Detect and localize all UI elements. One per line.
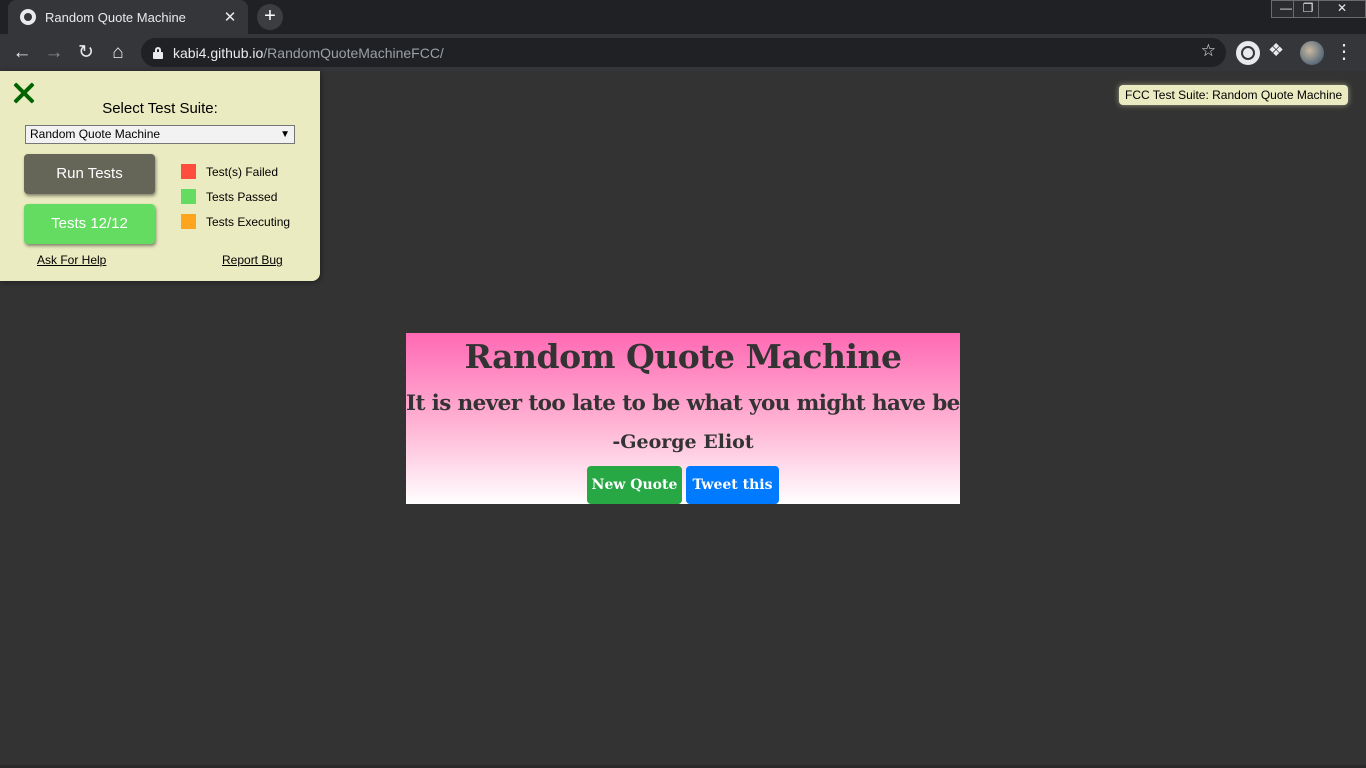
legend-passed-label: Tests Passed [206,189,278,204]
globe-icon [20,9,36,25]
fcc-suite-tooltip: FCC Test Suite: Random Quote Machine [1119,85,1349,105]
tests-count-button[interactable]: Tests 12/12 [24,204,155,244]
browser-tab-bar: Random Quote Machine ✕ + — ❐ ✕ [0,0,1366,34]
run-tests-button[interactable]: Run Tests [24,154,155,194]
tab-title: Random Quote Machine [45,9,186,25]
forward-arrow-icon[interactable]: → [40,39,68,67]
address-bar[interactable]: kabi4.github.io/RandomQuoteMachineFCC/ ☆ [141,38,1226,67]
url-path: /RandomQuoteMachineFCC/ [263,44,444,61]
legend-failed: Test(s) Failed [181,164,278,179]
select-suite-label: Select Test Suite: [102,100,218,117]
chevron-down-icon: ▼ [280,129,290,140]
window-close-button[interactable]: ✕ [1318,0,1366,18]
page-title: Random Quote Machine [464,337,902,376]
lock-icon[interactable] [153,46,163,59]
legend-executing-label: Tests Executing [206,214,291,229]
back-arrow-icon[interactable]: ← [8,39,36,67]
tweet-quote-button[interactable]: Tweet this [686,466,779,504]
executing-swatch [181,214,196,229]
extension-icon[interactable] [1236,41,1260,65]
quote-text: It is never too late to be what you migh… [406,391,995,416]
quote-box: Random Quote Machine It is never too lat… [406,333,995,504]
reload-icon[interactable]: ↻ [72,39,100,67]
ask-for-help-link[interactable]: Ask For Help [37,253,106,267]
browser-toolbar: ← → ↻ ⌂ kabi4.github.io/RandomQuoteMachi… [0,34,1366,71]
profile-avatar[interactable] [1300,41,1324,65]
bookmark-star-icon[interactable]: ☆ [1201,41,1216,61]
tab-close-icon[interactable]: ✕ [222,8,238,26]
browser-menu-icon[interactable]: ⋮ [1334,39,1354,64]
legend-failed-label: Test(s) Failed [206,164,279,179]
extensions-puzzle-icon[interactable]: ❖ [1268,40,1284,61]
selected-suite-value: Random Quote Machine [30,127,161,141]
new-tab-button[interactable]: + [257,4,283,30]
passed-swatch [181,189,196,204]
quote-author: -George Eliot [612,431,754,453]
url-host: kabi4.github.io [173,44,264,61]
report-bug-link[interactable]: Report Bug [222,253,283,267]
legend-passed: Tests Passed [181,189,277,204]
legend-executing: Tests Executing [181,214,290,229]
failed-swatch [181,164,196,179]
test-suite-select[interactable]: Random Quote Machine ▼ [25,125,295,144]
home-icon[interactable]: ⌂ [104,39,132,67]
new-quote-button[interactable]: New Quote [587,466,682,504]
browser-tab[interactable]: Random Quote Machine ✕ [8,0,248,34]
fcc-test-panel: Select Test Suite: Random Quote Machine … [0,71,320,281]
